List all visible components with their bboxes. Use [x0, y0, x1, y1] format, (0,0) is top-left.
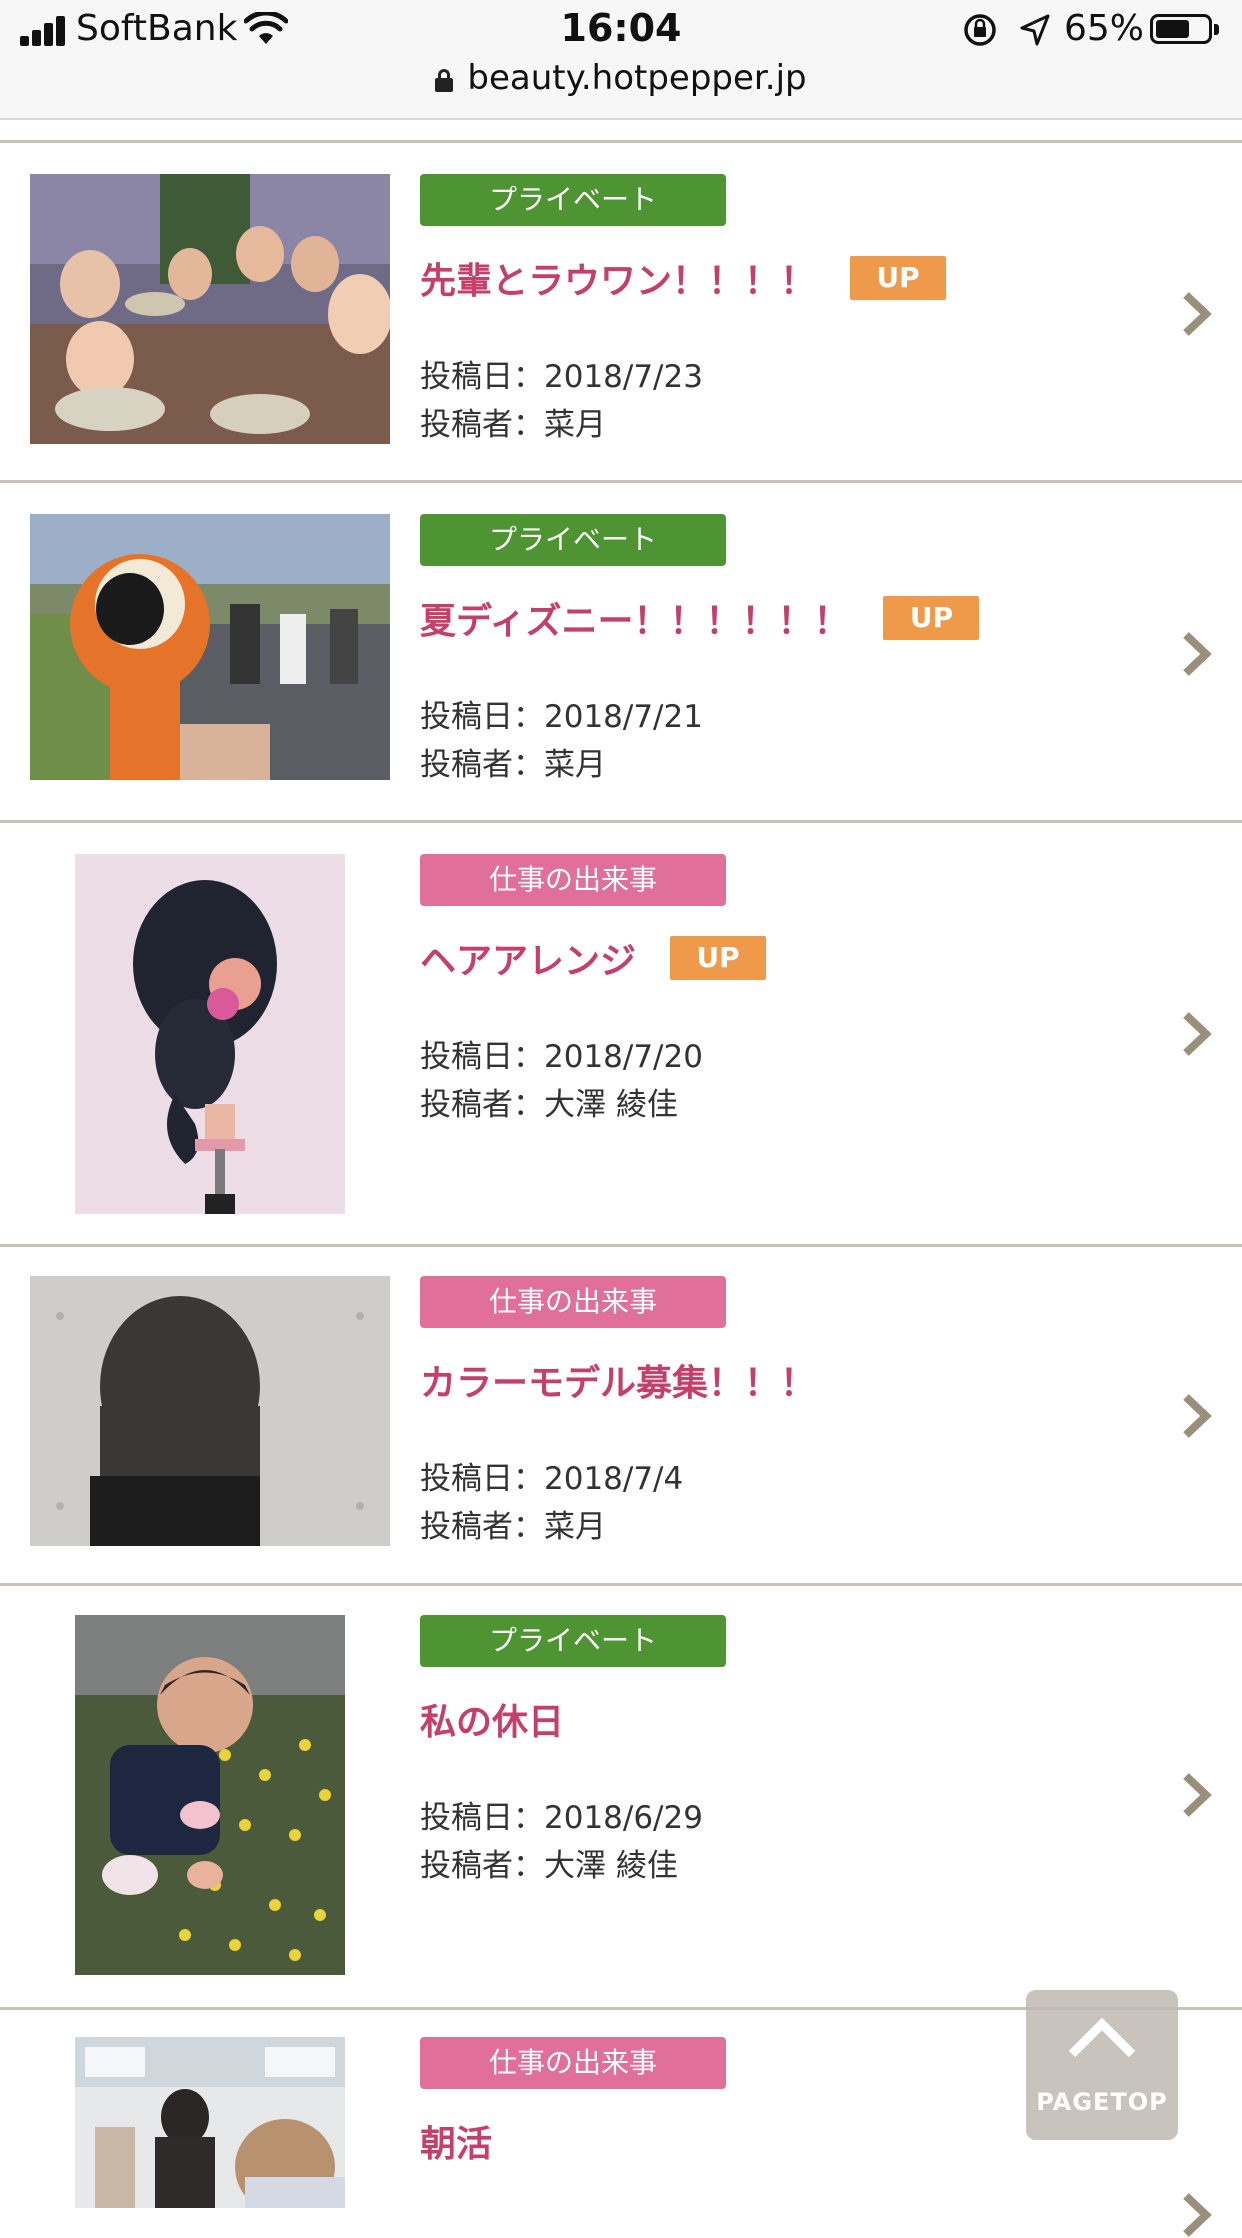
post-date: 投稿日：2018/7/20	[420, 1039, 703, 1075]
category-tag: 仕事の出来事	[420, 854, 726, 906]
blog-post-item[interactable]: 仕事の出来事 ヘアアレンジ UP 投稿日：2018/7/20 投稿者：大澤 綾佳	[0, 823, 1242, 1247]
chevron-right-icon[interactable]	[1180, 1772, 1214, 1818]
blog-post-item[interactable]: 仕事の出来事 カラーモデル募集！！！ 投稿日：2018/7/4 投稿者：菜月	[0, 1247, 1242, 1586]
post-meta: 投稿日：2018/7/21 投稿者：菜月	[420, 693, 703, 789]
post-author: 投稿者：大澤 綾佳	[420, 1087, 678, 1123]
chevron-right-icon[interactable]	[1180, 2192, 1214, 2238]
post-author: 投稿者：大澤 綾佳	[420, 1848, 678, 1884]
blog-post-item[interactable]: プライベート 私の休日 投稿日：2018/6/29 投稿者：大澤 綾佳	[0, 1586, 1242, 2010]
location-arrow-icon	[1020, 14, 1050, 46]
post-thumbnail	[30, 174, 390, 444]
battery-percent: 65%	[1064, 8, 1145, 49]
post-title[interactable]: カラーモデル募集！！！	[420, 1354, 816, 1406]
post-title[interactable]: 先輩とラウワン！！！！	[420, 252, 816, 304]
post-title[interactable]: 朝活	[420, 2115, 492, 2167]
post-title-row: 私の休日	[420, 1693, 564, 1749]
post-date: 投稿日：2018/7/21	[420, 699, 703, 735]
category-tag: プライベート	[420, 514, 726, 566]
category-tag: プライベート	[420, 174, 726, 226]
post-meta: 投稿日：2018/7/23 投稿者：菜月	[420, 353, 703, 449]
post-date: 投稿日：2018/7/4	[420, 1461, 684, 1497]
chevron-right-icon[interactable]	[1180, 1011, 1214, 1057]
rotation-lock-icon	[964, 14, 996, 46]
post-thumbnail	[75, 1615, 345, 1975]
post-title[interactable]: 私の休日	[420, 1693, 564, 1745]
battery-icon	[1150, 14, 1212, 44]
blog-post-item[interactable]: プライベート 夏ディズニー！！！！！！ UP 投稿日：2018/7/21 投稿者：…	[0, 483, 1242, 823]
pagetop-button[interactable]: PAGETOP	[1026, 1990, 1178, 2140]
post-title-row: 夏ディズニー！！！！！！ UP	[420, 592, 980, 648]
pagetop-label: PAGETOP	[1036, 2088, 1168, 2116]
category-tag: プライベート	[420, 1615, 726, 1667]
up-badge: UP	[670, 936, 767, 980]
post-author: 投稿者：菜月	[420, 1509, 606, 1545]
up-badge: UP	[850, 256, 947, 300]
post-title-row: カラーモデル募集！！！	[420, 1354, 816, 1410]
post-thumbnail	[30, 1276, 390, 1546]
post-date: 投稿日：2018/7/23	[420, 359, 703, 395]
post-thumbnail	[75, 2037, 345, 2208]
up-badge: UP	[883, 596, 980, 640]
chevron-right-icon[interactable]	[1180, 1393, 1214, 1439]
post-thumbnail	[75, 854, 345, 1214]
post-title-row: 先輩とラウワン！！！！ UP	[420, 252, 947, 308]
category-tag: 仕事の出来事	[420, 1276, 726, 1328]
post-author: 投稿者：菜月	[420, 747, 606, 783]
browser-status-bar: SoftBank 16:04 65% beauty.hotpepper.jp	[0, 0, 1242, 120]
post-meta: 投稿日：2018/7/20 投稿者：大澤 綾佳	[420, 1033, 703, 1129]
post-title[interactable]: 夏ディズニー！！！！！！	[420, 592, 849, 644]
post-date: 投稿日：2018/6/29	[420, 1800, 703, 1836]
post-thumbnail	[30, 514, 390, 780]
post-author: 投稿者：菜月	[420, 407, 606, 443]
battery-fill	[1156, 20, 1189, 38]
address-bar[interactable]: beauty.hotpepper.jp	[0, 58, 1242, 98]
post-title[interactable]: ヘアアレンジ	[420, 932, 636, 984]
chevron-right-icon[interactable]	[1180, 291, 1214, 337]
clock-time: 16:04	[560, 6, 682, 50]
post-title-row: ヘアアレンジ UP	[420, 932, 767, 988]
post-meta: 投稿日：2018/7/4 投稿者：菜月	[420, 1455, 683, 1551]
post-meta: 投稿日：2018/6/29 投稿者：大澤 綾佳	[420, 1794, 703, 1890]
url-text: beauty.hotpepper.jp	[467, 58, 807, 98]
chevron-right-icon[interactable]	[1180, 631, 1214, 677]
chevron-up-icon	[1068, 2017, 1136, 2058]
post-title-row: 朝活	[420, 2115, 492, 2171]
blog-post-item[interactable]: プライベート 先輩とラウワン！！！！ UP 投稿日：2018/7/23 投稿者：菜…	[0, 143, 1242, 483]
battery-tip	[1214, 24, 1219, 35]
padlock-icon	[435, 69, 454, 92]
category-tag: 仕事の出来事	[420, 2037, 726, 2089]
